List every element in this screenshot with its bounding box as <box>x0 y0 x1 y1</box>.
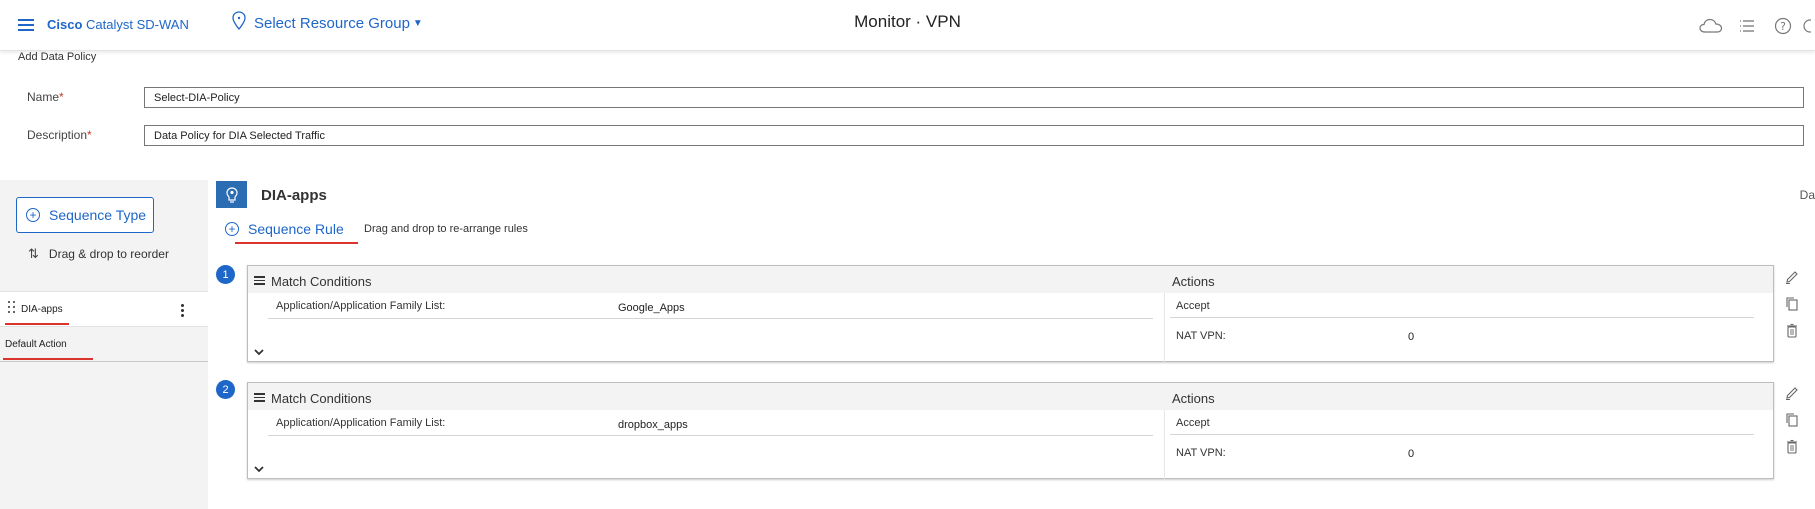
list-icon[interactable] <box>1729 14 1765 38</box>
sidebar-item-dia-apps[interactable]: DIA-apps <box>0 291 208 327</box>
sequence-rule-underline <box>235 242 358 244</box>
description-label: Description* <box>27 128 92 142</box>
sequence-type-label: Sequence Type <box>49 207 147 223</box>
action-value: Accept <box>1176 300 1210 312</box>
default-action-item[interactable]: Default Action <box>5 339 67 350</box>
pencil-icon[interactable] <box>1783 384 1801 402</box>
chevron-down-icon[interactable] <box>253 344 265 356</box>
match-row-line <box>268 318 1153 319</box>
drag-reorder-label: Drag & drop to reorder <box>48 247 169 261</box>
default-action-underline <box>3 358 93 360</box>
help-icon[interactable]: ? <box>1765 14 1801 38</box>
match-value: Google_Apps <box>618 302 685 314</box>
sequence-rule-button[interactable]: + Sequence Rule <box>225 221 344 237</box>
sequence-type-button[interactable]: + Sequence Type <box>16 197 154 233</box>
sequence-type-icon <box>216 181 247 208</box>
top-icons: ? <box>1693 14 1815 38</box>
action-value: Accept <box>1176 417 1210 429</box>
action-row-line <box>1170 434 1754 435</box>
drag-handle-icon[interactable] <box>8 301 16 315</box>
sequence-name: DIA-apps <box>261 187 327 204</box>
rule-card: Match Conditions Actions Application/App… <box>247 382 1774 479</box>
match-label: Application/Application Family List: <box>276 300 446 312</box>
more-options-icon[interactable] <box>181 304 185 320</box>
menu-lines-icon <box>254 276 265 285</box>
actions-title: Actions <box>1172 391 1215 406</box>
plus-circle-icon: + <box>225 222 239 236</box>
rule-card-header <box>248 266 1773 293</box>
active-underline <box>5 323 69 325</box>
nat-vpn-value: 0 <box>1408 448 1415 460</box>
match-conditions-title: Match Conditions <box>271 274 372 289</box>
trash-icon[interactable] <box>1783 322 1801 340</box>
description-field[interactable] <box>144 125 1804 146</box>
rule-number-badge: 2 <box>216 380 235 399</box>
drag-reorder-hint: ⇅ Drag & drop to reorder <box>28 246 169 262</box>
pencil-icon[interactable] <box>1783 268 1801 286</box>
action-row-line <box>1170 317 1754 318</box>
column-divider <box>1164 293 1165 362</box>
trash-icon[interactable] <box>1783 438 1801 456</box>
page-title: Monitor · VPN <box>854 12 961 31</box>
rule-card: Match Conditions Actions Application/App… <box>247 265 1774 362</box>
plus-circle-icon: + <box>26 208 40 222</box>
reorder-arrows-icon: ⇅ <box>28 246 39 261</box>
chevron-down-icon[interactable] <box>253 461 265 473</box>
rule-reorder-hint: Drag and drop to re-arrange rules <box>364 223 528 235</box>
rule-card-header <box>248 383 1773 410</box>
nat-vpn-label: NAT VPN: <box>1176 447 1226 459</box>
rule-number-badge: 1 <box>216 265 235 284</box>
sequence-sidebar: + Sequence Type ⇅ Drag & drop to reorder… <box>0 180 208 509</box>
cloud-icon[interactable] <box>1693 14 1729 38</box>
match-label: Application/Application Family List: <box>276 417 446 429</box>
match-value: dropbox_apps <box>618 419 688 431</box>
nat-vpn-label: NAT VPN: <box>1176 330 1226 342</box>
sidebar-item-label: DIA-apps <box>21 304 63 315</box>
name-field[interactable] <box>144 87 1804 108</box>
sequence-rule-label: Sequence Rule <box>248 221 344 237</box>
truncated-text: Da <box>1799 188 1815 202</box>
actions-title: Actions <box>1172 274 1215 289</box>
nat-vpn-value: 0 <box>1408 331 1415 343</box>
column-divider <box>1164 410 1165 479</box>
match-conditions-title: Match Conditions <box>271 391 372 406</box>
copy-icon[interactable] <box>1783 295 1801 313</box>
copy-icon[interactable] <box>1783 411 1801 429</box>
svg-text:?: ? <box>1780 20 1786 33</box>
match-row-line <box>268 435 1153 436</box>
user-icon[interactable] <box>1801 14 1815 38</box>
form-title: Add Data Policy <box>18 51 97 63</box>
top-bar: Cisco Catalyst SD-WAN Select Resource Gr… <box>0 0 1815 51</box>
sidebar-divider <box>0 361 208 362</box>
name-label: Name* <box>27 90 64 104</box>
menu-lines-icon <box>254 393 265 402</box>
